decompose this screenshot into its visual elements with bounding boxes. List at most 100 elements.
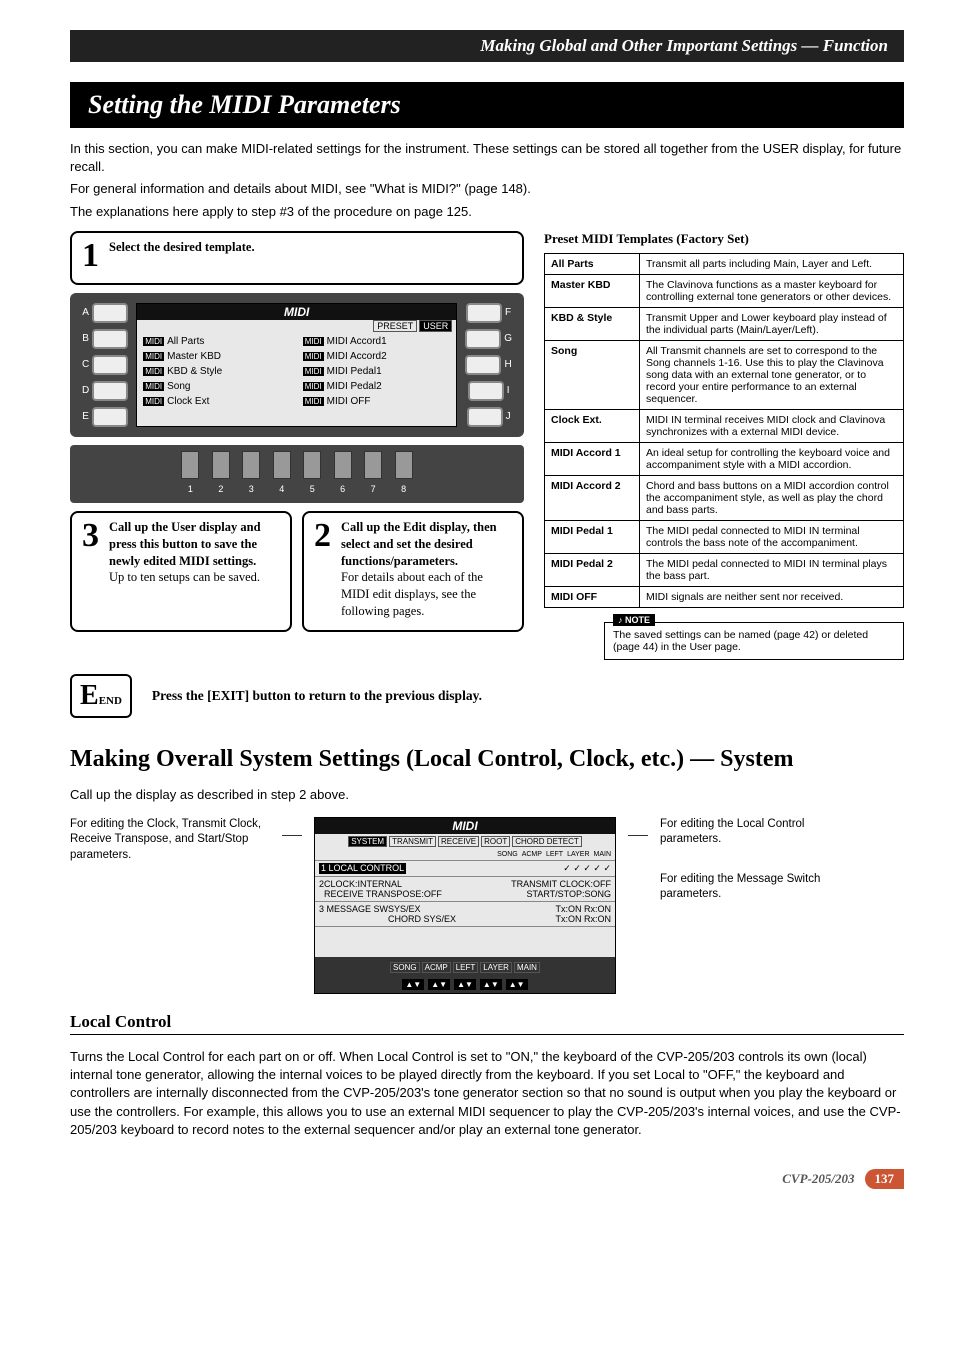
knob-6[interactable] bbox=[334, 451, 352, 479]
table-row: MIDI Pedal 2The MIDI pedal connected to … bbox=[545, 553, 904, 586]
prefix: MIDI bbox=[143, 382, 164, 391]
transmit-clock[interactable]: TRANSMIT CLOCK:OFF bbox=[511, 879, 611, 889]
knob-7[interactable] bbox=[364, 451, 382, 479]
panel-button-c[interactable] bbox=[92, 355, 128, 375]
btn-label-a: A bbox=[82, 307, 89, 318]
tab-user[interactable]: USER bbox=[419, 320, 452, 332]
prefix: MIDI bbox=[303, 382, 324, 391]
item-all-parts[interactable]: All Parts bbox=[167, 336, 204, 347]
arrow-4[interactable]: ▲▼ bbox=[480, 979, 502, 990]
sysex-txrx: Tx:ON Rx:ON bbox=[556, 904, 612, 914]
item-pedal2[interactable]: MIDI Pedal2 bbox=[327, 381, 382, 392]
foot-layer[interactable]: LAYER bbox=[480, 962, 512, 973]
foot-acmp[interactable]: ACMP bbox=[422, 962, 451, 973]
clock-internal[interactable]: CLOCK:INTERNAL bbox=[324, 879, 402, 889]
knob-5[interactable] bbox=[303, 451, 321, 479]
preset-table-title: Preset MIDI Templates (Factory Set) bbox=[544, 231, 904, 247]
preset-desc: Chord and bass buttons on a MIDI accordi… bbox=[640, 475, 904, 520]
sys-tab-root[interactable]: ROOT bbox=[481, 836, 510, 847]
preset-name: Song bbox=[545, 340, 640, 409]
receive-transpose[interactable]: RECEIVE TRANSPOSE:OFF bbox=[324, 889, 442, 899]
btn-label-e: E bbox=[82, 411, 89, 422]
knob-num-8: 8 bbox=[391, 484, 417, 494]
end-label-small: END bbox=[99, 695, 122, 707]
preset-desc: MIDI IN terminal receives MIDI clock and… bbox=[640, 409, 904, 442]
hdr-left: LEFT bbox=[546, 851, 563, 858]
prefix: MIDI bbox=[143, 337, 164, 346]
foot-left[interactable]: LEFT bbox=[453, 962, 479, 973]
panel-button-i[interactable] bbox=[468, 381, 504, 401]
end-text: Press the [EXIT] button to return to the… bbox=[152, 688, 482, 704]
panel-button-e[interactable] bbox=[92, 407, 128, 427]
sys-tab-chord[interactable]: CHORD DETECT bbox=[512, 836, 582, 847]
chord-sysex: CHORD SYS/EX bbox=[388, 914, 456, 924]
knob-num-4: 4 bbox=[269, 484, 295, 494]
knob-3[interactable] bbox=[242, 451, 260, 479]
row-local-control[interactable]: 1 LOCAL CONTROL bbox=[319, 863, 406, 874]
chord-sysex-txrx: Tx:ON Rx:ON bbox=[556, 914, 612, 924]
tab-preset[interactable]: PRESET bbox=[373, 320, 417, 332]
row-message-sw[interactable]: 3 MESSAGE SW bbox=[319, 904, 388, 924]
table-row: SongAll Transmit channels are set to cor… bbox=[545, 340, 904, 409]
preset-name: Clock Ext. bbox=[545, 409, 640, 442]
local-control-checks: ✓ ✓ ✓ ✓ ✓ bbox=[563, 863, 611, 874]
preset-name: MIDI Accord 1 bbox=[545, 442, 640, 475]
arrow-5[interactable]: ▲▼ bbox=[506, 979, 528, 990]
step-3-bold: Call up the User display and press this … bbox=[109, 520, 261, 568]
connector-line bbox=[282, 835, 302, 837]
lcd-title: MIDI bbox=[137, 304, 456, 320]
step-2-bold: Call up the Edit display, then select an… bbox=[341, 520, 497, 568]
knob-num-7: 7 bbox=[360, 484, 386, 494]
start-stop[interactable]: START/STOP:SONG bbox=[526, 889, 611, 899]
item-pedal1[interactable]: MIDI Pedal1 bbox=[327, 366, 382, 377]
step-3-number: 3 bbox=[82, 519, 99, 553]
preset-desc: The Clavinova functions as a master keyb… bbox=[640, 274, 904, 307]
divider bbox=[70, 1034, 904, 1035]
panel-button-d[interactable] bbox=[92, 381, 128, 401]
foot-song[interactable]: SONG bbox=[390, 962, 420, 973]
knob-row: 1 2 3 4 5 6 7 8 bbox=[70, 445, 524, 503]
item-master-kbd[interactable]: Master KBD bbox=[167, 351, 221, 362]
item-clock-ext[interactable]: Clock Ext bbox=[167, 396, 209, 407]
local-control-heading: Local Control bbox=[70, 1012, 904, 1032]
panel-button-a[interactable] bbox=[92, 303, 128, 323]
system-screen: MIDI SYSTEM TRANSMIT RECEIVE ROOT CHORD … bbox=[314, 817, 616, 994]
item-accord1[interactable]: MIDI Accord1 bbox=[327, 336, 387, 347]
item-song[interactable]: Song bbox=[167, 381, 190, 392]
arrow-3[interactable]: ▲▼ bbox=[454, 979, 476, 990]
system-right-callout-1: For editing the Local Control parameters… bbox=[660, 817, 860, 848]
prefix: MIDI bbox=[143, 397, 164, 406]
knob-4[interactable] bbox=[273, 451, 291, 479]
table-row: MIDI Accord 2Chord and bass buttons on a… bbox=[545, 475, 904, 520]
panel-button-j[interactable] bbox=[467, 407, 503, 427]
panel-button-f[interactable] bbox=[466, 303, 502, 323]
knob-1[interactable] bbox=[181, 451, 199, 479]
step-2-number: 2 bbox=[314, 519, 331, 553]
preset-desc: Transmit all parts including Main, Layer… bbox=[640, 253, 904, 274]
knob-8[interactable] bbox=[395, 451, 413, 479]
preset-desc: Transmit Upper and Lower keyboard play i… bbox=[640, 307, 904, 340]
local-control-body: Turns the Local Control for each part on… bbox=[70, 1048, 904, 1139]
sys-tab-receive[interactable]: RECEIVE bbox=[438, 836, 479, 847]
knob-2[interactable] bbox=[212, 451, 230, 479]
foot-main[interactable]: MAIN bbox=[514, 962, 540, 973]
table-row: All PartsTransmit all parts including Ma… bbox=[545, 253, 904, 274]
knob-num-1: 1 bbox=[177, 484, 203, 494]
btn-label-d: D bbox=[82, 385, 89, 396]
hdr-main: MAIN bbox=[594, 851, 612, 858]
lcd-screen: MIDI PRESETUSER MIDIAll Parts MIDIMaster… bbox=[136, 303, 457, 427]
note-box: NOTE The saved settings can be named (pa… bbox=[604, 622, 904, 660]
item-midi-off[interactable]: MIDI OFF bbox=[327, 396, 371, 407]
arrow-2[interactable]: ▲▼ bbox=[428, 979, 450, 990]
btn-label-g: G bbox=[504, 333, 512, 344]
panel-button-g[interactable] bbox=[465, 329, 501, 349]
panel-button-h[interactable] bbox=[465, 355, 501, 375]
preset-name: All Parts bbox=[545, 253, 640, 274]
item-accord2[interactable]: MIDI Accord2 bbox=[327, 351, 387, 362]
panel-button-b[interactable] bbox=[92, 329, 128, 349]
sys-tab-transmit[interactable]: TRANSMIT bbox=[389, 836, 436, 847]
sys-tab-system[interactable]: SYSTEM bbox=[348, 836, 387, 847]
arrow-1[interactable]: ▲▼ bbox=[402, 979, 424, 990]
item-kbd-style[interactable]: KBD & Style bbox=[167, 366, 222, 377]
btn-label-i: I bbox=[507, 385, 510, 396]
